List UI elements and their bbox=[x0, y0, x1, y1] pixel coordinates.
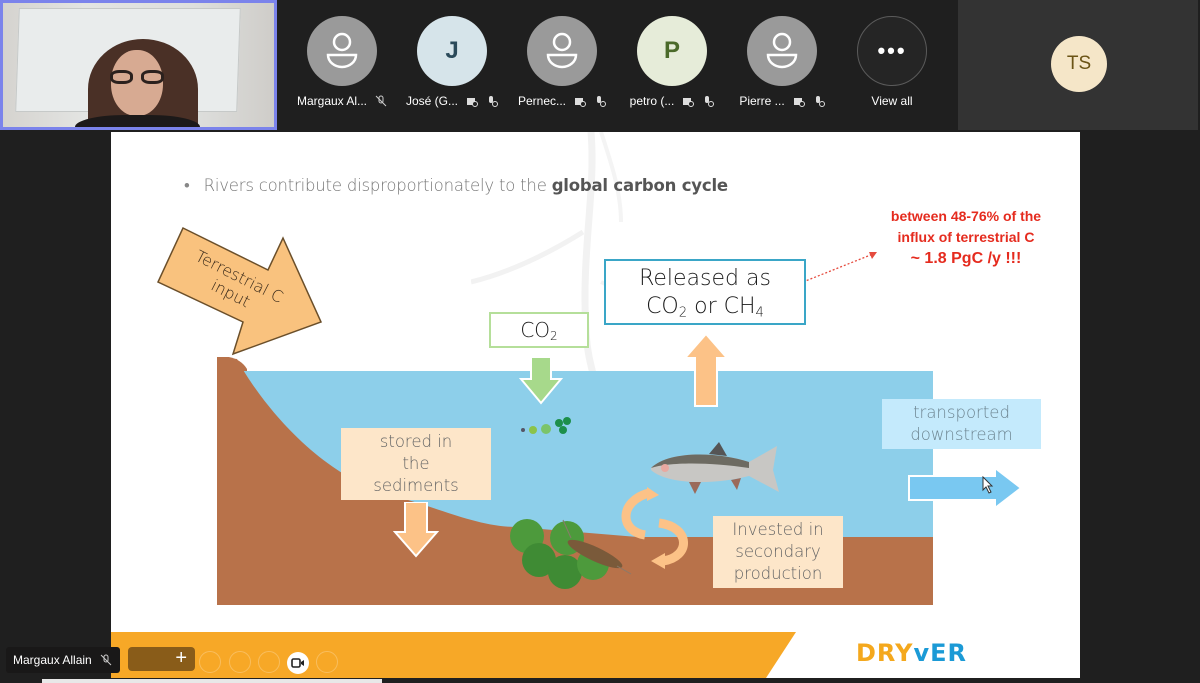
participant-strip: Margaux Al... J José (G... Pernec... P p… bbox=[290, 0, 955, 130]
downstream-arrow bbox=[908, 466, 1023, 510]
view-all-button[interactable]: ••• View all bbox=[837, 16, 947, 108]
meeting-window: Margaux Al... J José (G... Pernec... P p… bbox=[0, 0, 1200, 683]
presentation-control-bar[interactable]: + bbox=[128, 647, 195, 671]
participant-name: Pernec... bbox=[517, 94, 567, 108]
stored-in-sediments-label: stored in the sediments bbox=[341, 428, 491, 500]
avatar: P bbox=[637, 16, 707, 86]
avatar: J bbox=[417, 16, 487, 86]
participant-name: Margaux Al... bbox=[296, 94, 368, 108]
release-up-arrow bbox=[683, 332, 729, 407]
participant-tile[interactable]: Pierre ... bbox=[727, 16, 837, 108]
released-box: Released as CO2 or CH4 bbox=[604, 259, 806, 325]
mic-off-icon bbox=[375, 95, 387, 107]
leaves-and-insect-icon bbox=[510, 519, 632, 589]
mic-off-icon bbox=[705, 96, 715, 107]
transported-downstream-label: transported downstream bbox=[882, 399, 1041, 449]
presenter-tile[interactable]: TS bbox=[958, 0, 1198, 130]
camera-off-icon bbox=[683, 98, 695, 107]
mic-off-icon bbox=[815, 96, 825, 107]
bullet-bold-text: global carbon cycle bbox=[551, 176, 728, 195]
avatar: TS bbox=[1051, 36, 1107, 92]
person-icon bbox=[326, 32, 358, 69]
self-video-tile[interactable] bbox=[0, 0, 277, 130]
person-icon bbox=[766, 32, 798, 69]
mouse-cursor-icon bbox=[982, 476, 994, 494]
camera-off-icon bbox=[467, 98, 478, 107]
algae-icon bbox=[521, 417, 571, 434]
bullet-text: • Rivers contribute disproportionately to… bbox=[184, 176, 728, 195]
dotted-arrow bbox=[802, 252, 877, 283]
participant-name: Pierre ... bbox=[739, 94, 785, 108]
laser-pointer-button[interactable] bbox=[199, 651, 221, 673]
avatar bbox=[307, 16, 377, 86]
participant-tile[interactable]: J José (G... bbox=[397, 16, 507, 108]
camera-off-icon bbox=[793, 98, 805, 107]
participant-tile[interactable]: P petro (... bbox=[617, 16, 727, 108]
more-icon: ••• bbox=[857, 16, 927, 86]
shared-slide: • Rivers contribute disproportionately to… bbox=[111, 132, 1080, 678]
more-options-button[interactable] bbox=[316, 651, 338, 673]
video-camera-icon bbox=[291, 658, 304, 668]
participant-tile[interactable]: Pernec... bbox=[507, 16, 617, 108]
avatar bbox=[527, 16, 597, 86]
avatar bbox=[747, 16, 817, 86]
pen-button[interactable] bbox=[229, 651, 251, 673]
speaker-name-tag: Margaux Allain bbox=[6, 647, 120, 673]
red-annotation: between 48-76% of the influx of terrestr… bbox=[890, 208, 1042, 267]
participant-name: petro (... bbox=[629, 94, 675, 108]
view-all-label: View all bbox=[871, 94, 913, 108]
participant-tile[interactable]: Margaux Al... bbox=[287, 16, 397, 108]
caption-button[interactable] bbox=[258, 651, 280, 673]
add-icon[interactable]: + bbox=[175, 647, 187, 669]
mic-off-icon bbox=[489, 96, 498, 107]
participant-name: José (G... bbox=[405, 94, 458, 108]
co2-down-arrow bbox=[519, 357, 563, 405]
glasses bbox=[110, 70, 164, 84]
sediment-down-arrow bbox=[393, 502, 439, 558]
mic-off-icon bbox=[100, 654, 112, 666]
camera-off-icon bbox=[575, 98, 587, 107]
dryver-logo: DRYvER bbox=[856, 639, 967, 667]
secondary-production-label: Invested in secondary production bbox=[713, 516, 843, 588]
person-icon bbox=[546, 32, 578, 69]
camera-button[interactable] bbox=[287, 652, 309, 674]
co2-box: CO2 bbox=[489, 312, 589, 348]
mic-off-icon bbox=[597, 96, 607, 107]
